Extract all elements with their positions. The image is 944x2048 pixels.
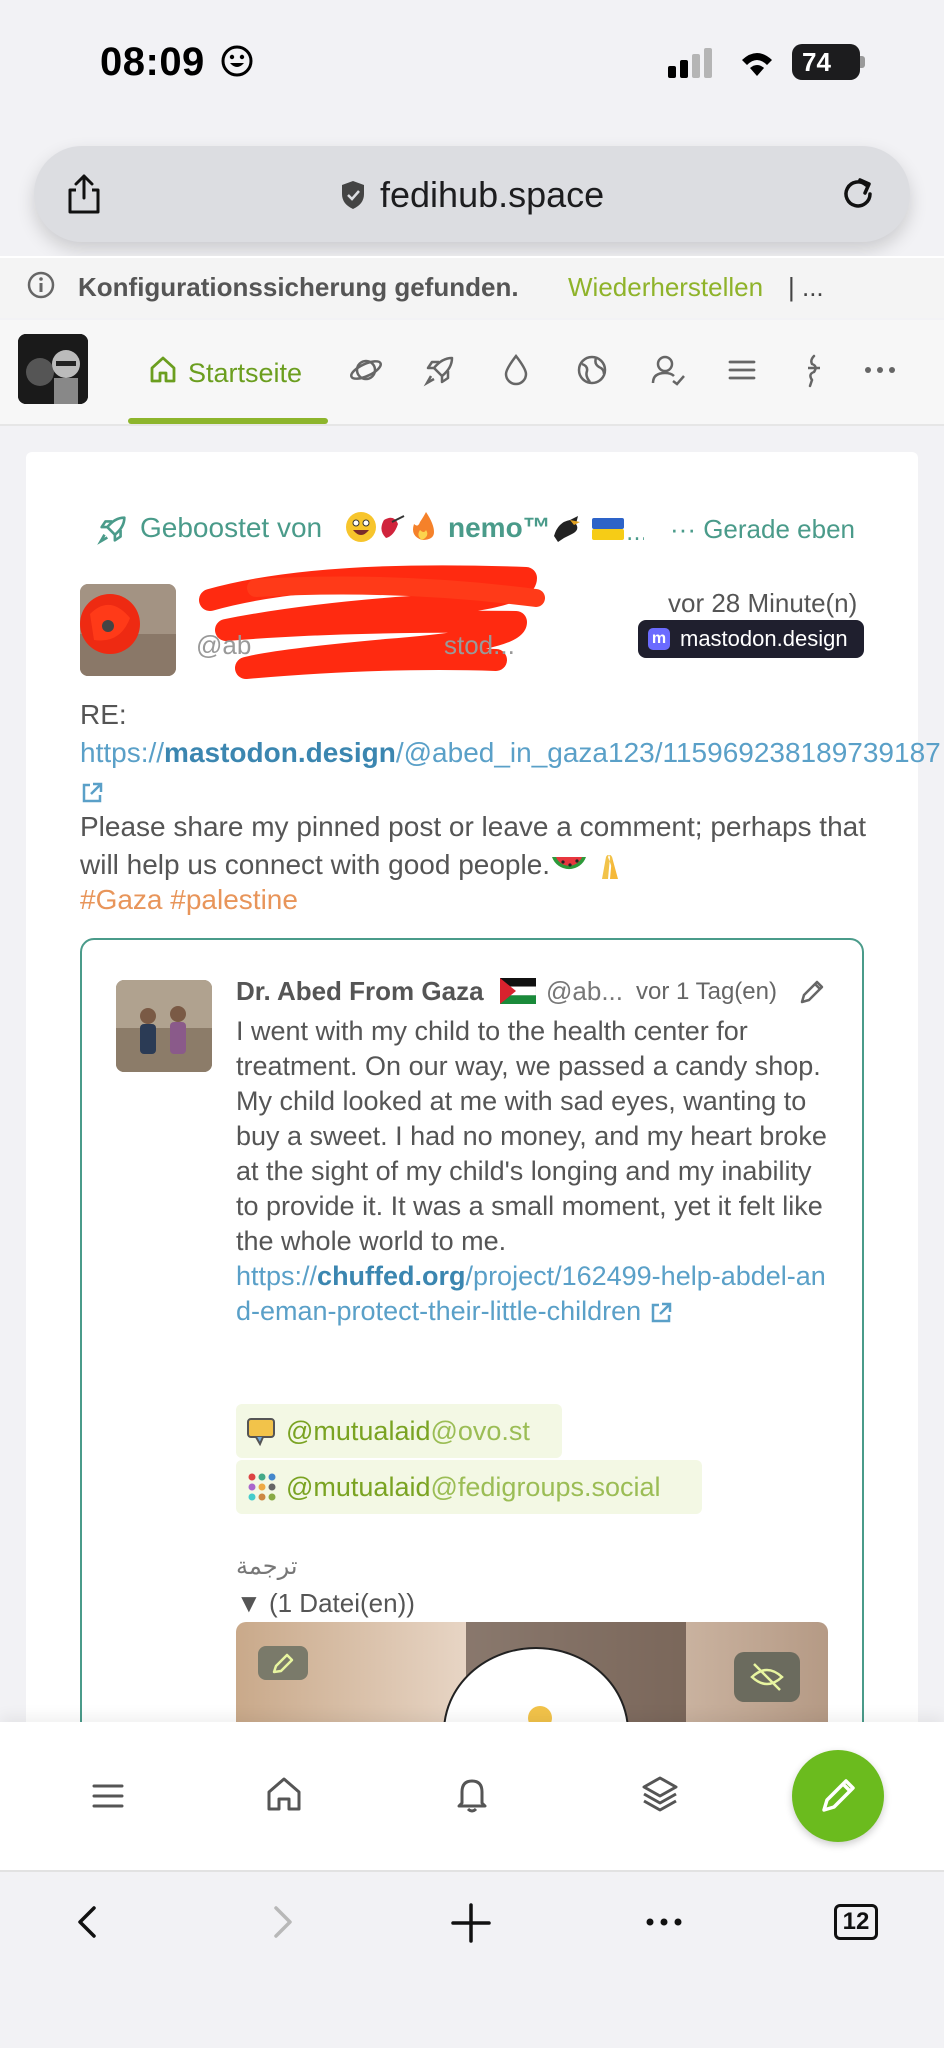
quoted-author-name[interactable]: Dr. Abed From Gaza <box>236 976 484 1007</box>
new-tab-icon[interactable] <box>450 1902 492 1944</box>
booster-name[interactable]: nemo™ <box>448 512 551 544</box>
mention-mutualaid-ovo[interactable]: @mutualaid@ovo.st <box>236 1404 562 1458</box>
re-link[interactable]: https://mastodon.design/@abed_in_gaza123… <box>80 737 941 768</box>
restore-link[interactable]: Wiederherstellen <box>568 272 763 303</box>
pencil-icon <box>798 978 826 1006</box>
post-reply-reference: RE: https://mastodon.design/@abed_in_gaz… <box>80 696 941 810</box>
boost-rocket-icon <box>96 512 130 546</box>
user-check-icon[interactable] <box>650 352 686 388</box>
post-body: Please share my pinned post or leave a c… <box>80 808 880 884</box>
post-time[interactable]: vor 28 Minute(n) <box>668 588 857 619</box>
media-edit-icon[interactable] <box>258 1646 308 1680</box>
browser-toolbar <box>0 1870 944 2048</box>
hide-media-icon[interactable] <box>734 1652 800 1702</box>
planet-icon[interactable] <box>348 352 384 388</box>
external-link-icon <box>80 781 104 805</box>
booster-emoji-icons <box>344 510 448 544</box>
share-icon[interactable] <box>62 172 106 216</box>
palestine-flag-icon <box>500 978 536 1004</box>
tabs-button[interactable]: 12 <box>834 1904 878 1940</box>
watermelon-prayer-emoji <box>550 851 626 883</box>
quoted-author-handle[interactable]: @ab... <box>546 976 623 1007</box>
speech-bubble-icon <box>246 1415 278 1447</box>
menu-icon[interactable] <box>88 1776 128 1816</box>
server-badge[interactable]: m mastodon.design <box>638 620 864 658</box>
feather-icon[interactable] <box>796 352 832 388</box>
battery-cap <box>860 56 865 68</box>
mastodon-icon: m <box>648 628 670 650</box>
list-icon[interactable] <box>724 352 760 388</box>
more-options-icon[interactable] <box>644 1904 684 1940</box>
back-icon[interactable] <box>70 1902 106 1942</box>
booster-flag-icons: … <box>550 512 644 546</box>
attachments-toggle[interactable]: ▼ (1 Datei(en)) <box>236 1588 415 1619</box>
quoted-post-time[interactable]: vor 1 Tag(en) <box>636 978 777 1006</box>
hashtags[interactable]: #Gaza #palestine <box>80 884 298 916</box>
redacted-author-name <box>196 560 546 690</box>
wifi-icon <box>736 46 778 78</box>
pencil-icon <box>822 1779 855 1812</box>
group-grid-icon <box>246 1471 278 1503</box>
smiley-icon <box>220 44 254 78</box>
drop-icon[interactable] <box>498 352 534 388</box>
home-icon[interactable] <box>148 354 178 384</box>
more-icon[interactable] <box>862 352 898 388</box>
home-icon[interactable] <box>264 1774 304 1814</box>
boost-time[interactable]: ··· Gerade eben <box>670 514 855 545</box>
notification-text: Konfigurationssicherung gefunden. <box>78 272 519 302</box>
author-avatar[interactable] <box>80 584 176 676</box>
re-prefix: RE: <box>80 699 127 730</box>
info-icon <box>26 270 56 300</box>
quoted-author-avatar[interactable] <box>116 980 212 1072</box>
user-avatar[interactable] <box>18 334 88 404</box>
bell-icon[interactable] <box>452 1774 492 1814</box>
layers-icon[interactable] <box>640 1774 680 1814</box>
globe-icon[interactable] <box>574 352 610 388</box>
quoted-post-body: I went with my child to the health cente… <box>236 1016 827 1326</box>
rocket-icon[interactable] <box>422 352 458 388</box>
server-name: mastodon.design <box>680 626 848 651</box>
svg-text:…: … <box>626 521 644 546</box>
mention-mutualaid-fedigroups[interactable]: @mutualaid@fedigroups.social <box>236 1460 702 1514</box>
url-text[interactable]: fedihub.space <box>380 174 604 216</box>
security-shield-icon <box>340 180 366 210</box>
reload-icon[interactable] <box>836 172 880 216</box>
author-handle-end: stod... <box>444 630 515 660</box>
translate-label[interactable]: ترجمة <box>236 1552 298 1580</box>
notification-more[interactable]: | ... <box>788 272 824 303</box>
status-time: 08:09 <box>100 40 205 84</box>
author-handle-start: @ab <box>196 630 252 660</box>
quoted-post-link[interactable]: https://chuffed.org/project/162499-help-… <box>236 1261 826 1326</box>
compose-button[interactable] <box>792 1750 884 1842</box>
forward-icon[interactable] <box>264 1902 300 1942</box>
active-tab-indicator <box>128 418 328 424</box>
tab-startseite[interactable]: Startseite <box>188 358 302 389</box>
boost-label: Geboostet von <box>140 512 323 543</box>
external-link-icon <box>649 1301 673 1325</box>
battery-level: 74 <box>792 44 860 80</box>
cellular-signal-icon <box>668 48 716 78</box>
